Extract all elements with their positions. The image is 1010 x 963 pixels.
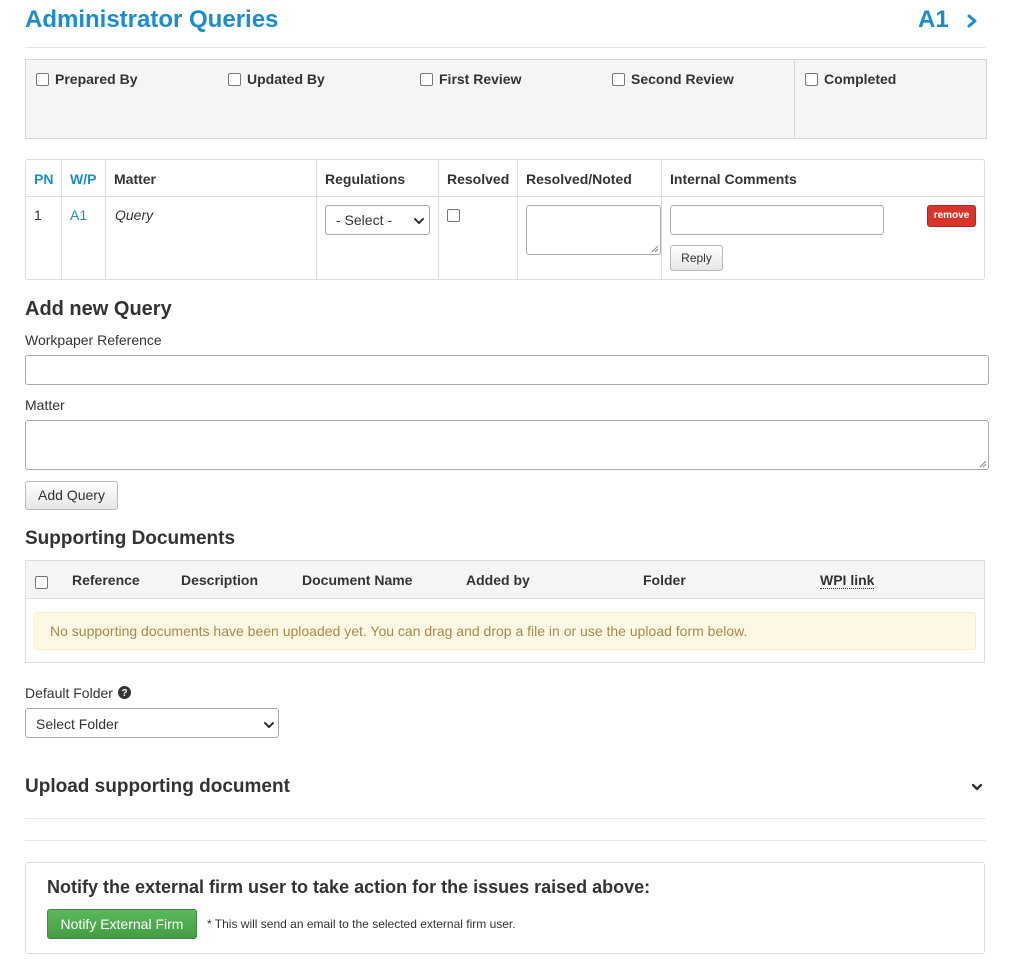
notify-note: * This will send an email to the selecte… xyxy=(207,917,516,931)
add-query-heading: Add new Query xyxy=(25,298,172,320)
workpaper-ref-link[interactable]: A1 xyxy=(918,6,949,34)
chevron-down-icon xyxy=(414,218,424,224)
resize-grip-icon[interactable] xyxy=(651,245,659,253)
chevron-down-icon[interactable] xyxy=(971,782,983,792)
column-header-resolved: Resolved xyxy=(447,171,510,187)
completed-checkbox[interactable] xyxy=(805,73,818,86)
column-header-wpi-link: WPI link xyxy=(820,572,875,589)
supporting-documents-table: Reference Description Document Name Adde… xyxy=(25,560,985,663)
query-pn: 1 xyxy=(34,207,42,223)
resolved-checkbox[interactable] xyxy=(447,209,460,222)
signoff-label: Prepared By xyxy=(55,71,138,87)
signoff-panel: Prepared By Updated By First Review Seco… xyxy=(25,59,987,139)
header-divider xyxy=(25,47,986,48)
section-divider xyxy=(25,840,986,841)
resolved-noted-textarea[interactable] xyxy=(526,205,661,255)
query-wp-link[interactable]: A1 xyxy=(70,207,87,223)
signoff-completed[interactable]: Completed xyxy=(794,60,986,138)
column-header-internal-comments: Internal Comments xyxy=(670,171,797,187)
notify-title: Notify the external firm user to take ac… xyxy=(47,877,651,897)
signoff-updated-by[interactable]: Updated By xyxy=(218,60,410,138)
column-header-folder: Folder xyxy=(643,572,686,588)
default-folder-value: Select Folder xyxy=(36,716,119,732)
empty-documents-alert: No supporting documents have been upload… xyxy=(34,612,976,650)
signoff-prepared-by[interactable]: Prepared By xyxy=(26,60,218,138)
workpaper-reference-input[interactable] xyxy=(25,355,989,385)
regulations-select[interactable]: - Select - xyxy=(325,205,430,235)
column-header-pn[interactable]: PN xyxy=(26,160,53,197)
chevron-right-icon[interactable] xyxy=(964,11,980,31)
signoff-label: First Review xyxy=(439,71,522,87)
resize-grip-icon[interactable] xyxy=(979,460,987,468)
first-review-checkbox[interactable] xyxy=(420,73,433,86)
column-header-matter: Matter xyxy=(114,171,157,187)
svg-text:?: ? xyxy=(121,688,127,699)
prepared-by-checkbox[interactable] xyxy=(36,73,49,86)
signoff-label: Second Review xyxy=(631,71,734,87)
section-divider xyxy=(25,818,986,819)
internal-comment-input[interactable] xyxy=(670,205,884,235)
column-header-document-name: Document Name xyxy=(302,572,413,588)
default-folder-select[interactable]: Select Folder xyxy=(25,708,279,738)
signoff-label: Updated By xyxy=(247,71,325,87)
signoff-label: Completed xyxy=(824,71,897,87)
column-header-wp[interactable]: W/P xyxy=(62,160,96,197)
column-header-reference: Reference xyxy=(72,572,140,588)
column-header-resolved-noted: Resolved/Noted xyxy=(526,171,632,187)
supporting-documents-heading: Supporting Documents xyxy=(25,528,236,549)
add-query-button[interactable]: Add Query xyxy=(25,481,118,510)
second-review-checkbox[interactable] xyxy=(612,73,625,86)
signoff-second-review[interactable]: Second Review xyxy=(602,60,794,138)
default-folder-label: Default Folder xyxy=(25,685,113,701)
notify-external-firm-button[interactable]: Notify External Firm xyxy=(47,909,197,939)
column-header-added-by: Added by xyxy=(466,572,530,588)
query-matter: Query xyxy=(115,207,154,223)
matter-textarea[interactable] xyxy=(25,420,989,470)
regulations-select-value: - Select - xyxy=(336,212,393,228)
matter-label: Matter xyxy=(25,397,65,413)
workpaper-reference-label: Workpaper Reference xyxy=(25,332,162,348)
upload-heading[interactable]: Upload supporting document xyxy=(25,776,290,798)
chevron-down-icon xyxy=(264,722,274,728)
help-icon[interactable]: ? xyxy=(118,686,131,699)
remove-button[interactable]: remove xyxy=(927,205,976,227)
select-all-checkbox[interactable] xyxy=(35,576,48,589)
page-title: Administrator Queries xyxy=(25,6,279,33)
signoff-first-review[interactable]: First Review xyxy=(410,60,602,138)
default-folder-label-text: Default Folder xyxy=(25,685,113,701)
column-header-description: Description xyxy=(181,572,259,588)
notify-panel: Notify the external firm user to take ac… xyxy=(25,862,985,954)
reply-button[interactable]: Reply xyxy=(670,245,723,271)
supporting-documents-header-row: Reference Description Document Name Adde… xyxy=(26,561,984,599)
updated-by-checkbox[interactable] xyxy=(228,73,241,86)
column-header-regulations: Regulations xyxy=(325,171,406,187)
